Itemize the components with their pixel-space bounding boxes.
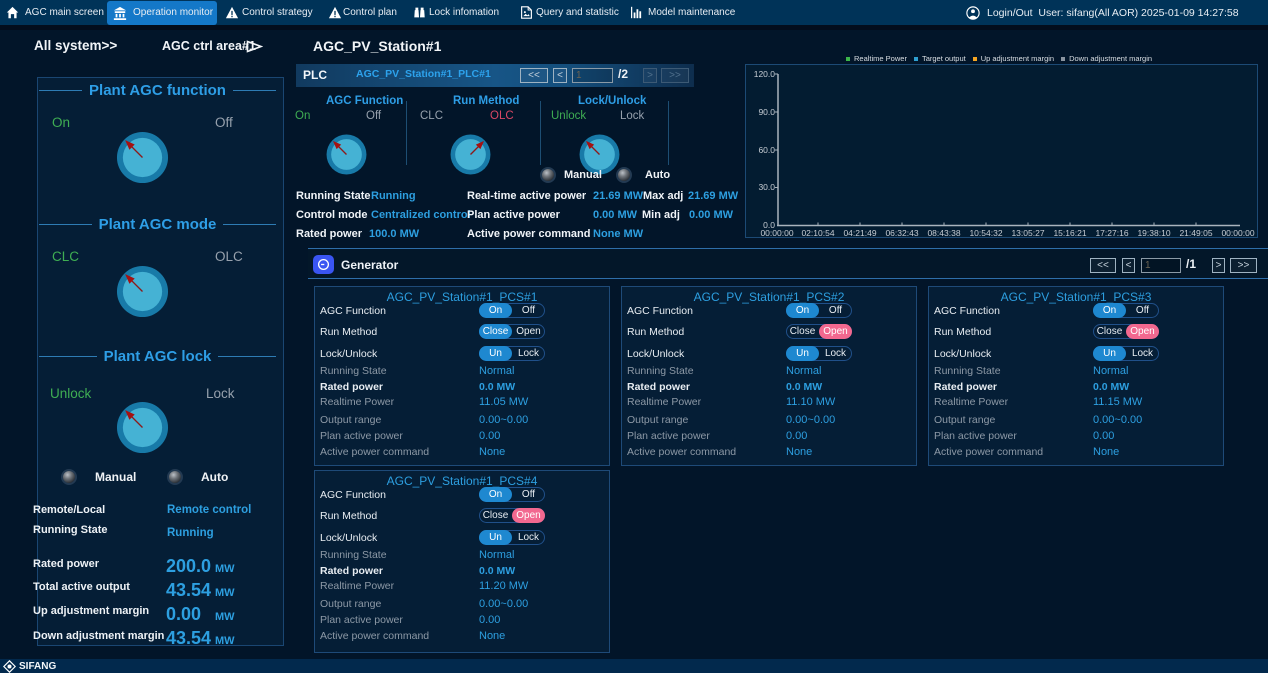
svg-text:15:16:21: 15:16:21	[1053, 228, 1086, 237]
svg-text:02:10:54: 02:10:54	[801, 228, 834, 237]
svg-text:13:05:27: 13:05:27	[1011, 228, 1044, 237]
svg-text:08:43:38: 08:43:38	[927, 228, 960, 237]
svg-text:21:49:05: 21:49:05	[1179, 228, 1212, 237]
svg-text:10:54:32: 10:54:32	[969, 228, 1002, 237]
svg-text:120.0: 120.0	[754, 69, 776, 79]
svg-text:60.0: 60.0	[758, 145, 775, 155]
svg-text:06:32:43: 06:32:43	[885, 228, 918, 237]
svg-text:90.0: 90.0	[758, 107, 775, 117]
svg-text:00:00:00: 00:00:00	[1221, 228, 1254, 237]
svg-text:17:27:16: 17:27:16	[1095, 228, 1128, 237]
svg-text:19:38:10: 19:38:10	[1137, 228, 1170, 237]
svg-text:30.0: 30.0	[758, 182, 775, 192]
svg-text:00:00:00: 00:00:00	[760, 228, 793, 237]
svg-text:04:21:49: 04:21:49	[843, 228, 876, 237]
